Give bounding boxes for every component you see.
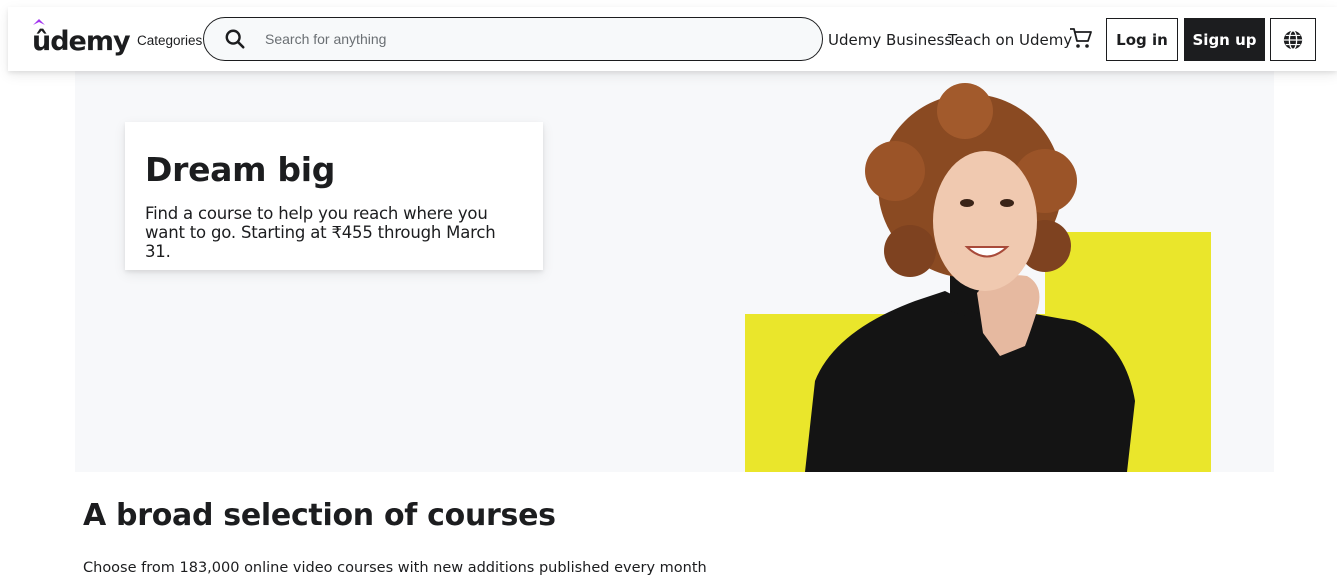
search-input[interactable]: [265, 31, 765, 47]
hero-text: Find a course to help you reach where yo…: [145, 203, 496, 261]
section-title: A broad selection of courses: [83, 498, 556, 533]
hero-title: Dream big: [145, 150, 336, 189]
hero-banner: Dream big Find a course to help you reac…: [75, 71, 1274, 472]
cart-icon[interactable]: [1069, 26, 1093, 50]
teach-on-udemy-link[interactable]: Teach on Udemy: [948, 31, 1072, 49]
search-bar[interactable]: [203, 17, 823, 61]
hero-illustration: [745, 83, 1211, 472]
globe-icon: [1283, 29, 1303, 50]
login-button[interactable]: Log in: [1106, 18, 1178, 61]
categories-menu[interactable]: Categories: [137, 33, 202, 48]
hero-card: Dream big Find a course to help you reac…: [125, 122, 543, 270]
udemy-business-link[interactable]: Udemy Business: [828, 31, 952, 49]
udemy-logo[interactable]: ûdemy: [32, 19, 131, 57]
logo-text: ûdemy: [32, 26, 131, 57]
section-subtitle: Choose from 183,000 online video courses…: [83, 560, 707, 576]
language-button[interactable]: [1270, 18, 1316, 61]
signup-button[interactable]: Sign up: [1184, 18, 1265, 61]
search-icon[interactable]: [224, 28, 246, 50]
logo-hat-icon: [33, 19, 45, 25]
top-header: ûdemy Categories Udemy Business Teach on…: [8, 7, 1337, 71]
person-face: [933, 151, 1037, 291]
